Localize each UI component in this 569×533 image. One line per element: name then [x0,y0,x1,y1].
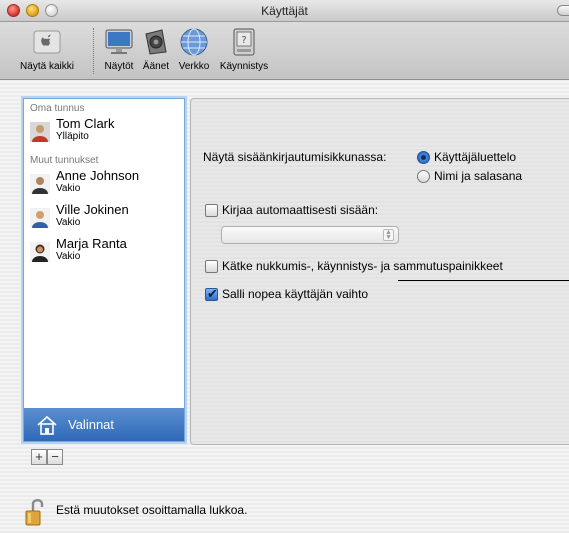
name-password-radio[interactable] [417,170,430,183]
user-avatar [30,208,50,228]
window-title: Käyttäjät [261,4,308,18]
toolbar-show-all[interactable]: Näytä kaikki [2,26,92,72]
remove-account-button[interactable]: − [47,449,63,465]
fast-user-switching-label: Salli nopea käyttäjän vaihto [222,287,369,301]
account-item[interactable]: Anne Johnson Vakio [30,168,180,200]
account-name: Anne Johnson [56,168,140,183]
svg-text:?: ? [241,35,246,46]
speaker-icon [145,29,167,55]
user-list-radio-label: Käyttäjäluettelo [434,150,517,164]
login-options-panel: Näytä sisäänkirjautumisikkunassa: Käyttä… [190,98,569,445]
toolbar-network[interactable]: Verkko [174,26,214,72]
account-item[interactable]: Ville Jokinen Vakio [30,202,180,234]
display-icon [105,29,133,54]
toolbar-startup-disk[interactable]: ? Käynnistys [214,26,274,72]
checkmark-icon: ✔ [207,286,218,301]
name-password-radio-label: Nimi ja salasana [434,169,523,183]
toolbar-label: Näytöt [104,61,134,72]
account-name: Ville Jokinen [56,202,129,217]
apple-icon [33,30,61,54]
auto-login-checkbox[interactable] [205,204,218,217]
popup-arrows-icon: ▲ ▼ [383,229,394,241]
login-options-label: Valinnat [68,417,115,432]
globe-icon [180,28,208,56]
auto-login-user-popup[interactable]: ▲ ▼ [221,226,399,244]
toolbar-displays[interactable]: Näytöt [100,26,138,72]
fast-user-switching-checkbox[interactable]: ✔ [205,286,218,301]
account-role: Vakio [56,251,81,262]
toolbar-label: Näytä kaikki [20,61,74,72]
add-account-button[interactable]: + [31,449,47,465]
my-account-heading: Oma tunnus [30,103,85,114]
account-role: Ylläpito [56,131,89,142]
hide-power-buttons-checkbox[interactable] [205,260,218,273]
toolbar: Näytä kaikki Näytöt Äänet Verkko ? Käynn… [0,22,569,80]
account-role: Vakio [56,217,81,228]
account-list: Oma tunnus Tom Clark Ylläpito Muut tunnu… [23,98,185,442]
user-list-radio[interactable] [417,151,430,164]
toolbar-separator [93,28,94,74]
auto-login-label: Kirjaa automaattisesti sisään: [222,203,379,217]
startup-disk-icon: ? [233,28,255,56]
unlocked-padlock-icon[interactable] [25,497,47,527]
account-role: Vakio [56,183,81,194]
account-item-admin[interactable]: Tom Clark Ylläpito [30,116,180,148]
house-icon [37,415,57,435]
other-accounts-heading: Muut tunnukset [30,155,99,166]
account-name: Tom Clark [56,116,115,131]
hide-power-buttons-label: Kätke nukkumis-, käynnistys- ja sammutus… [222,259,503,273]
toolbar-label: Äänet [142,61,170,72]
toolbar-sound[interactable]: Äänet [139,26,173,72]
title-bar: Käyttäjät [0,0,569,22]
callout-line [398,280,569,281]
user-avatar [30,174,50,194]
login-options-item[interactable]: Valinnat [24,408,184,441]
account-name: Marja Ranta [56,236,127,251]
content-area: Oma tunnus Tom Clark Ylläpito Muut tunnu… [0,81,569,533]
toolbar-label: Käynnistys [219,61,269,72]
user-avatar [30,122,50,142]
account-item[interactable]: Marja Ranta Vakio [30,236,180,268]
display-login-label: Näytä sisäänkirjautumisikkunassa: [203,150,387,164]
toolbar-toggle-button[interactable] [557,5,569,16]
user-avatar [30,242,50,262]
system-preferences-window: Käyttäjät Näytä kaikki Näytöt Äänet Verk… [0,0,569,533]
toolbar-label: Verkko [178,61,210,72]
account-buttons: + − [31,449,63,467]
lock-hint-text: Estä muutokset osoittamalla lukkoa. [56,503,248,517]
